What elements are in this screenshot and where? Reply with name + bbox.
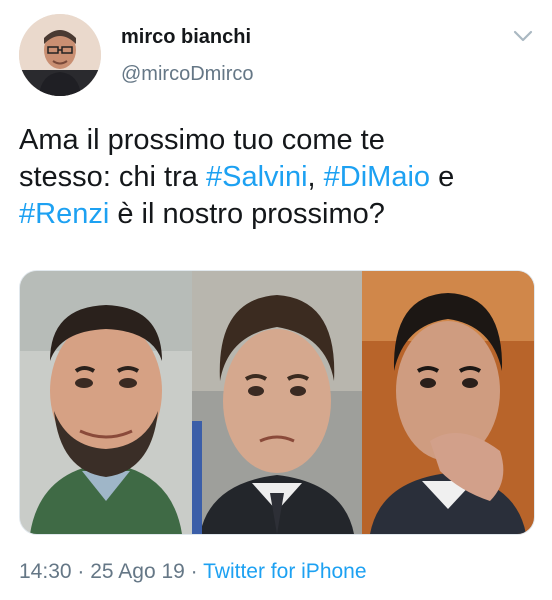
tweet-text-segment: è il nostro prossimo?: [109, 198, 385, 230]
hashtag-dimaio[interactable]: #DiMaio: [324, 161, 430, 193]
tweet-source-link[interactable]: Twitter for iPhone: [203, 560, 366, 583]
meta-separator: ·: [71, 560, 91, 583]
tweet-meta: 14:30 · 25 Ago 19 · Twitter for iPhone: [19, 560, 367, 584]
user-handle[interactable]: @mircoDmirco: [121, 63, 254, 86]
portrait-1: [20, 271, 192, 534]
chevron-down-icon[interactable]: [512, 28, 534, 44]
hashtag-renzi[interactable]: #Renzi: [19, 198, 109, 230]
portrait-3: [362, 271, 534, 534]
tweet-text-segment: ,: [307, 161, 324, 193]
tweet-text-segment: e: [430, 161, 455, 193]
tweet-time[interactable]: 14:30: [19, 560, 72, 583]
meta-separator: ·: [184, 560, 204, 583]
tweet-line-2: stesso: chi tra #Salvini, #DiMaio e: [19, 159, 539, 196]
tweet-text: Ama il prossimo tuo come te stesso: chi …: [19, 122, 539, 233]
tweet-media-image[interactable]: [19, 270, 535, 535]
portrait-2: [192, 271, 362, 534]
avatar[interactable]: [19, 14, 101, 96]
tweet-line-1: Ama il prossimo tuo come te: [19, 124, 385, 156]
display-name[interactable]: mirco bianchi: [121, 26, 251, 49]
avatar-image: [19, 14, 101, 96]
hashtag-salvini[interactable]: #Salvini: [206, 161, 308, 193]
tweet-line-3: #Renzi è il nostro prossimo?: [19, 196, 539, 233]
tweet-date[interactable]: 25 Ago 19: [90, 560, 185, 583]
tweet-text-segment: stesso: chi tra: [19, 161, 206, 193]
